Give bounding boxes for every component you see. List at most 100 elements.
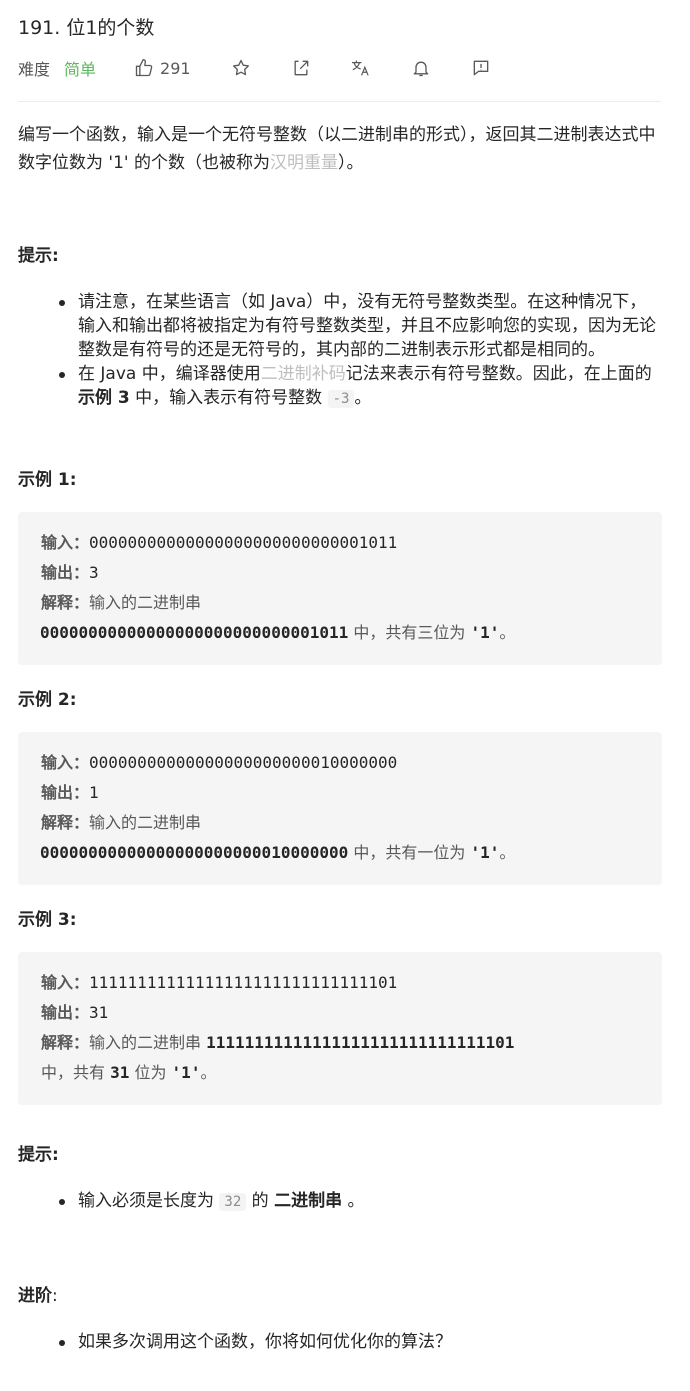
twos-complement-link[interactable]: 二进制补码 [261,364,346,384]
hint-item-1-text: 请注意，在某些语言（如 Java）中，没有无符号整数类型。在这种情况下，输入和输… [78,292,656,360]
constraints-heading-text: 提示 [18,1145,52,1165]
example-1-output-label: 输出： [41,563,90,582]
hints-list: 请注意，在某些语言（如 Java）中，没有无符号整数类型。在这种情况下，输入和输… [18,290,658,411]
translate-icon [351,60,369,76]
example-1-explain-text: 输入的二进制串 [89,593,202,612]
example-2-explain-end: 。 [499,843,516,862]
hint-item-2-code: -3 [327,390,355,408]
example-1-input-label: 输入： [41,533,90,552]
example-1-box: 输入：00000000000000000000000000001011 输出：3… [18,512,662,665]
advanced-heading-colon: : [52,1286,58,1306]
share-icon [294,60,308,76]
constraint-text-b: 的 [246,1191,275,1211]
notification-button[interactable] [411,58,431,78]
example-2-explain-line: 解释：输入的二进制串 [41,808,639,838]
share-button[interactable] [291,58,311,78]
example-1-input-value: 00000000000000000000000000001011 [89,533,398,552]
example-2-explain-label: 解释： [41,813,90,832]
feedback-button[interactable] [471,58,491,78]
example-3-input-line: 输入：11111111111111111111111111111101 [41,968,639,998]
constraint-text-a: 输入必须是长度为 [78,1191,220,1211]
advanced-heading-text: 进阶 [18,1286,52,1306]
example-2-explain-text: 输入的二进制串 [89,813,202,832]
example-1-explain-quote: '1' [470,623,500,642]
hint-item-2-example-ref: 示例 3 [78,388,130,408]
example-3-explain-count: 31 [110,1063,130,1082]
example-1-input-line: 输入：00000000000000000000000000001011 [41,528,639,558]
example-3-explain-line2-a: 中，共有 [41,1063,111,1082]
hints-heading-colon: : [52,246,59,266]
example-2-input-label: 输入： [41,753,90,772]
example-2-input-value: 00000000000000000000000010000000 [89,753,398,772]
example-1-explain-line: 解释：输入的二进制串 [41,588,639,618]
example-2-explain-quote: '1' [470,843,500,862]
example-1-explain-mid: 中，共有三位为 [348,623,471,642]
example-2-input-line: 输入：00000000000000000000000010000000 [41,748,639,778]
example-1-heading: 示例 1: [18,470,77,490]
example-3-input-value: 11111111111111111111111111111101 [89,973,398,992]
example-1-explain-end: 。 [499,623,516,642]
constraints-list: 输入必须是长度为 32 的 二进制串 。 [18,1189,658,1214]
constraints-heading: 提示: [18,1142,59,1168]
hamming-weight-link[interactable]: 汉明重量 [270,153,338,173]
hint-item-1: 请注意，在某些语言（如 Java）中，没有无符号整数类型。在这种情况下，输入和输… [18,290,658,362]
example-3-output-line: 输出：31 [41,998,639,1028]
hint-item-2-text-c: 中，输入表示有符号整数 [129,388,328,408]
advanced-list: 如果多次调用这个函数，你将如何优化你的算法？ [18,1330,658,1354]
example-2-explain-line-2: 00000000000000000000000010000000 中，共有一位为… [40,838,639,868]
hint-item-2: 在 Java 中，编译器使用二进制补码记法来表示有符号整数。因此，在上面的 示例… [18,362,658,411]
thumbs-up-icon [135,59,153,77]
example-3-output-value: 31 [89,1003,109,1022]
like-count: 291 [160,58,191,78]
hints-heading: 提示: [18,243,59,269]
example-1-heading-text: 示例 1 [18,470,70,490]
like-button[interactable]: 291 [134,58,191,78]
example-3-explain-line-2: 中，共有 31 位为 '1'。 [41,1058,639,1088]
constraint-code: 32 [219,1193,247,1211]
problem-title: 191. 位1的个数 [18,17,155,39]
feedback-icon [473,60,488,76]
translate-button[interactable] [351,58,371,78]
example-3-output-label: 输出： [41,1003,90,1022]
example-3-explain-end: 。 [200,1063,217,1082]
example-3-explain-bits: 11111111111111111111111111111101 [206,1033,515,1052]
example-1-explain-line-2: 00000000000000000000000000001011 中，共有三位为… [40,618,639,648]
example-3-box: 输入：11111111111111111111111111111101 输出：3… [18,952,662,1105]
example-2-output-label: 输出： [41,783,90,802]
example-3-explain-line: 解释：输入的二进制串 11111111111111111111111111111… [41,1028,639,1058]
bell-icon [413,61,428,77]
advanced-heading: 进阶: [18,1283,58,1309]
example-2-output-value: 1 [89,783,99,802]
favorite-button[interactable] [231,58,251,78]
hint-item-2-text-d: 。 [354,388,372,408]
hint-item-2-text-b: 记法来表示有符号整数。因此，在上面的 [345,364,652,384]
example-3-explain-quote: '1' [171,1063,201,1082]
constraint-item: 输入必须是长度为 32 的 二进制串 。 [18,1189,658,1214]
example-1-explain-bits: 00000000000000000000000000001011 [40,623,349,642]
advanced-item-text: 如果多次调用这个函数，你将如何优化你的算法？ [78,1332,452,1352]
constraint-bold: 二进制串 [274,1191,343,1211]
problem-meta-bar: 难度 简单 291 [18,54,531,82]
description-text-end: ）。 [337,153,364,173]
star-icon [232,59,249,76]
constraints-heading-colon: : [52,1145,59,1165]
hints-heading-text: 提示 [18,246,52,266]
hint-item-2-text-a: 在 Java 中，编译器使用 [78,364,261,384]
example-1-output-line: 输出：3 [41,558,639,588]
header-divider [18,101,661,102]
example-3-input-label: 输入： [41,973,90,992]
example-2-box: 输入：00000000000000000000000010000000 输出：1… [18,732,662,885]
example-3-heading-text: 示例 3 [18,910,70,930]
problem-page: 191. 位1的个数 难度 简单 291 编写一个函数，输入是一个无符号整数（以… [0,0,690,1391]
example-2-output-line: 输出：1 [41,778,639,808]
example-2-explain-bits: 00000000000000000000000010000000 [40,843,349,862]
difficulty-badge: 简单 [64,60,97,79]
example-3-heading: 示例 3: [18,910,77,930]
problem-description: 编写一个函数，输入是一个无符号整数（以二进制串的形式），返回其二进制表达式中数字… [18,121,668,177]
example-2-heading-text: 示例 2 [18,690,70,710]
example-3-explain-label: 解释： [41,1033,90,1052]
example-3-explain-text: 输入的二进制串 [89,1033,207,1052]
example-2-explain-mid: 中，共有一位为 [348,843,471,862]
example-3-explain-line2-b: 位为 [129,1063,172,1082]
example-1-output-value: 3 [89,563,99,582]
